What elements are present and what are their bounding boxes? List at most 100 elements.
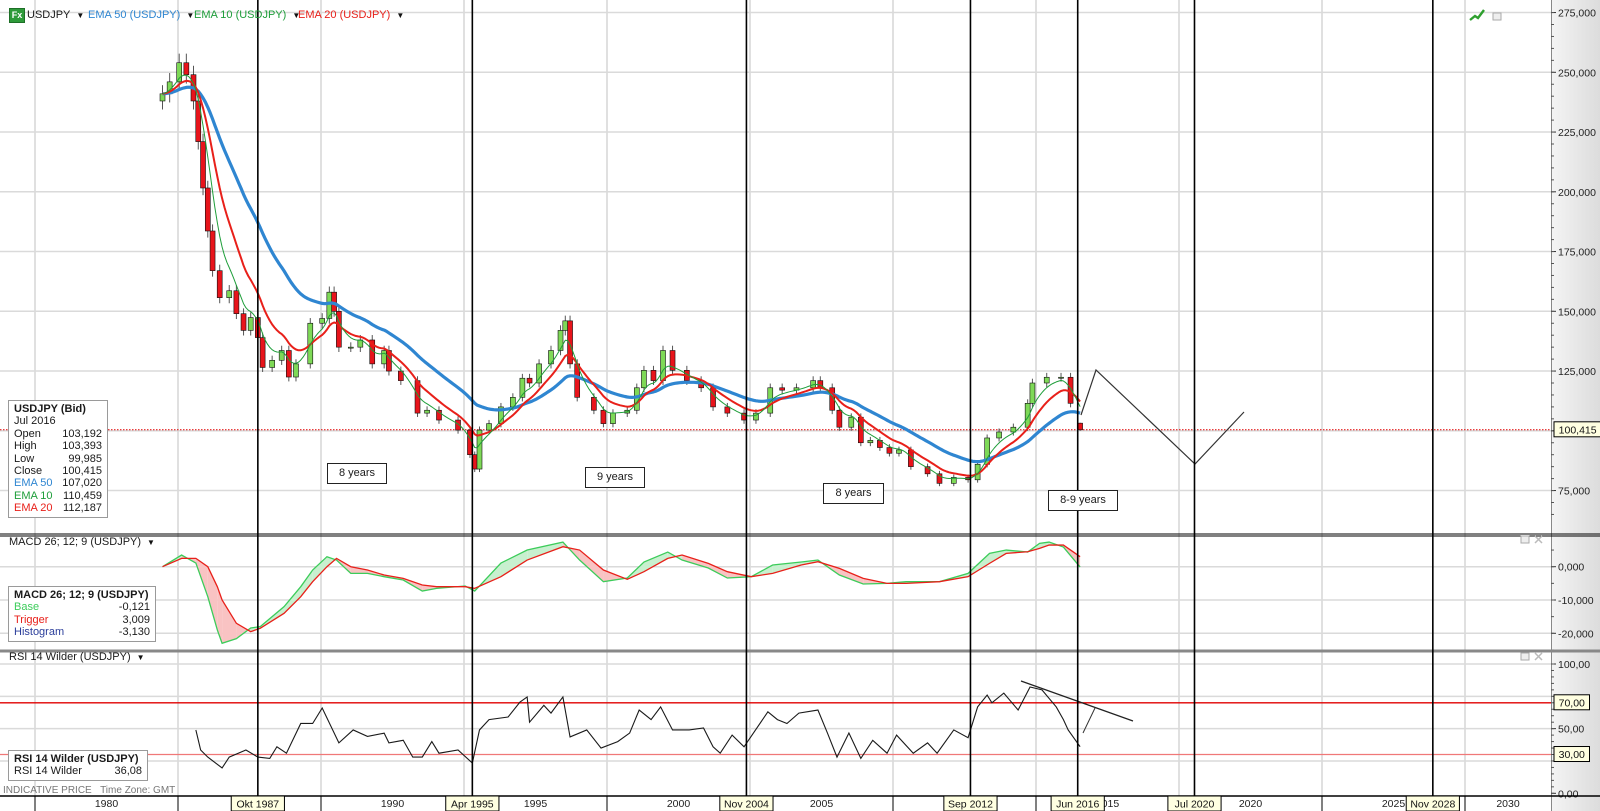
chevron-down-icon[interactable]: ▼ bbox=[396, 11, 404, 20]
info-row-ema20: EMA 20 112,187 bbox=[14, 502, 102, 514]
ema10-line bbox=[162, 74, 1081, 480]
ema10-legend[interactable]: EMA 10 (USDJPY) ▼ bbox=[194, 8, 300, 23]
x-tick-label: 2025 bbox=[1382, 798, 1406, 810]
panel-close-icon[interactable] bbox=[1534, 652, 1543, 661]
cycle-marker-label: Jul 2020 bbox=[1175, 799, 1215, 811]
candle bbox=[286, 350, 292, 378]
panel-maximize-icon[interactable] bbox=[1520, 652, 1530, 661]
candle bbox=[293, 363, 299, 378]
price-axis-tick-label: 175,000 bbox=[1558, 247, 1596, 259]
chart-canvas[interactable]: 275,000 250,000 225,000 200,000 175,000 150,0… bbox=[0, 0, 1600, 811]
rsi-legend-label: RSI 14 Wilder (USDJPY) bbox=[9, 651, 131, 663]
candle bbox=[1043, 376, 1050, 384]
info-label: Trigger bbox=[14, 613, 49, 626]
candle bbox=[867, 440, 874, 444]
price-axis-tick-label: 200,000 bbox=[1558, 187, 1596, 199]
info-label: Base bbox=[14, 601, 40, 614]
chart-type-icon[interactable] bbox=[1469, 9, 1485, 21]
candle bbox=[858, 416, 864, 444]
info-label: EMA 50 bbox=[14, 477, 53, 490]
price-axis-tick-label: 75,000 bbox=[1558, 486, 1590, 498]
x-tick-label: 2005 bbox=[810, 798, 834, 810]
x-tick-label: 1980 bbox=[95, 798, 119, 810]
candle bbox=[710, 387, 716, 408]
info-row-ema50: EMA 50 107,020 bbox=[14, 477, 102, 489]
chevron-down-icon[interactable]: ▼ bbox=[147, 538, 155, 547]
info-value: 99,985 bbox=[68, 452, 102, 465]
candle bbox=[836, 409, 843, 428]
candle bbox=[183, 62, 190, 75]
info-value: -0,121 bbox=[118, 601, 150, 614]
info-label: High bbox=[14, 440, 37, 453]
info-value: -3,130 bbox=[118, 626, 150, 639]
panel-maximize-icon[interactable] bbox=[1520, 535, 1530, 544]
macd-axis-tick-label: -20,000 bbox=[1558, 628, 1594, 640]
macd-positive-histogram-area bbox=[527, 542, 563, 561]
macd-legend[interactable]: MACD 26; 12; 9 (USDJPY) ▼ bbox=[9, 536, 155, 548]
candle bbox=[381, 350, 387, 365]
macd-axis-tick-label: 0,000 bbox=[1558, 562, 1584, 574]
info-row-close: Close 100,415 bbox=[14, 465, 102, 477]
candle bbox=[269, 359, 275, 368]
info-row-open: Open 103,192 bbox=[14, 428, 102, 440]
chevron-down-icon[interactable]: ▼ bbox=[137, 653, 145, 662]
projection-zigzag-line[interactable] bbox=[1080, 368, 1245, 465]
rsi-line bbox=[195, 686, 1081, 769]
rsi-axis-tick-label: 100,00 bbox=[1558, 659, 1590, 671]
info-value: 3,009 bbox=[122, 613, 150, 626]
info-label: Open bbox=[14, 427, 41, 440]
rsi-box-title: RSI 14 Wilder (USDJPY) bbox=[14, 753, 139, 765]
candle bbox=[724, 406, 731, 414]
info-value: 112,187 bbox=[63, 502, 102, 515]
candle bbox=[526, 377, 533, 384]
ema20-legend[interactable]: EMA 20 (USDJPY) ▼ bbox=[298, 8, 404, 23]
last-price-label: 100,415 bbox=[1559, 424, 1597, 436]
price-axis-tick-label: 150,000 bbox=[1558, 306, 1596, 318]
info-label: EMA 20 bbox=[14, 502, 53, 515]
timezone-label: Time Zone: GMT bbox=[100, 785, 176, 796]
candle bbox=[660, 350, 666, 381]
ema50-legend[interactable]: EMA 50 (USDJPY) ▼ bbox=[88, 8, 194, 23]
info-box-title: USDJPY (Bid) bbox=[14, 403, 86, 415]
candle bbox=[347, 346, 354, 349]
candle bbox=[562, 320, 569, 331]
candle bbox=[247, 317, 254, 331]
fx-instrument-icon: Fx bbox=[9, 8, 25, 23]
info-label: Low bbox=[14, 452, 35, 465]
cycle-marker-label: Jun 2016 bbox=[1056, 799, 1099, 811]
candle bbox=[319, 318, 325, 324]
candle bbox=[600, 409, 607, 424]
macd-legend-label: MACD 26; 12; 9 (USDJPY) bbox=[9, 536, 142, 548]
info-row-low: Low 99,985 bbox=[14, 453, 102, 465]
candle bbox=[200, 141, 206, 189]
panel-close-icon[interactable] bbox=[1534, 535, 1543, 544]
instrument-selector[interactable]: USDJPY ▼ bbox=[27, 8, 84, 23]
candle bbox=[424, 409, 430, 414]
panel-maximize-icon[interactable] bbox=[1492, 12, 1502, 21]
candles bbox=[159, 53, 1083, 487]
info-value: 103,393 bbox=[62, 440, 102, 453]
candle bbox=[557, 330, 564, 351]
info-label: RSI 14 Wilder bbox=[14, 765, 82, 778]
indicative-price-label: INDICATIVE PRICE bbox=[3, 785, 92, 796]
macd-row-base: Base -0,121 bbox=[14, 601, 150, 613]
right-axis-background bbox=[1551, 0, 1600, 811]
info-row-ema10: EMA 10 110,459 bbox=[14, 490, 102, 502]
chevron-down-icon[interactable]: ▼ bbox=[76, 11, 84, 20]
price-axis-tick-label: 225,000 bbox=[1558, 127, 1596, 139]
info-value: 110,459 bbox=[63, 489, 102, 502]
candle bbox=[1029, 382, 1036, 404]
candle bbox=[226, 290, 233, 298]
candle bbox=[591, 397, 597, 411]
candle bbox=[650, 370, 657, 381]
macd-positive-histogram-area bbox=[500, 550, 528, 577]
macd-box-title: MACD 26; 12; 9 (USDJPY) bbox=[14, 589, 149, 601]
rsi-legend[interactable]: RSI 14 Wilder (USDJPY) ▼ bbox=[9, 651, 145, 663]
price-axis-tick-label: 250,000 bbox=[1558, 67, 1596, 79]
macd-positive-histogram-area bbox=[643, 552, 668, 572]
ema20-line bbox=[162, 79, 1081, 477]
cycle-box-1: 8 years bbox=[327, 463, 387, 484]
info-value: 100,415 bbox=[62, 465, 102, 478]
x-tick-label: 1990 bbox=[381, 798, 405, 810]
macd-negative-histogram-area bbox=[222, 600, 237, 644]
